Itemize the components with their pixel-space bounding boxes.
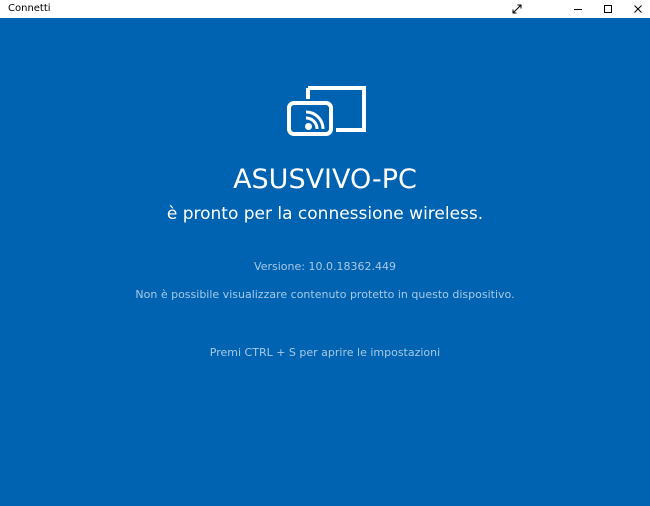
title-bar[interactable]: Connetti — [0, 0, 650, 18]
minimize-icon — [574, 9, 582, 10]
ready-message: è pronto per la connessione wireless. — [166, 204, 484, 224]
window-title: Connetti — [8, 3, 51, 14]
minimize-button[interactable] — [566, 0, 590, 18]
close-button[interactable] — [626, 0, 650, 18]
protected-content-notice: Non è possibile visualizzare contenuto p… — [135, 288, 515, 301]
connect-app-window: Connetti ASUSVIVO-PC è pronto per la con… — [0, 0, 650, 506]
maximize-icon — [604, 5, 612, 13]
wireless-project-icon — [287, 86, 366, 136]
expand-arrows-icon — [512, 4, 522, 14]
maximize-button[interactable] — [596, 0, 620, 18]
device-name: ASUSVIVO-PC — [233, 164, 417, 195]
fullscreen-button[interactable] — [505, 0, 529, 18]
settings-hint: Premi CTRL + S per aprire le impostazion… — [209, 346, 441, 359]
version-text: Versione: 10.0.18362.449 — [254, 260, 396, 273]
close-icon — [634, 5, 642, 13]
main-content: ASUSVIVO-PC è pronto per la connessione … — [0, 18, 650, 506]
